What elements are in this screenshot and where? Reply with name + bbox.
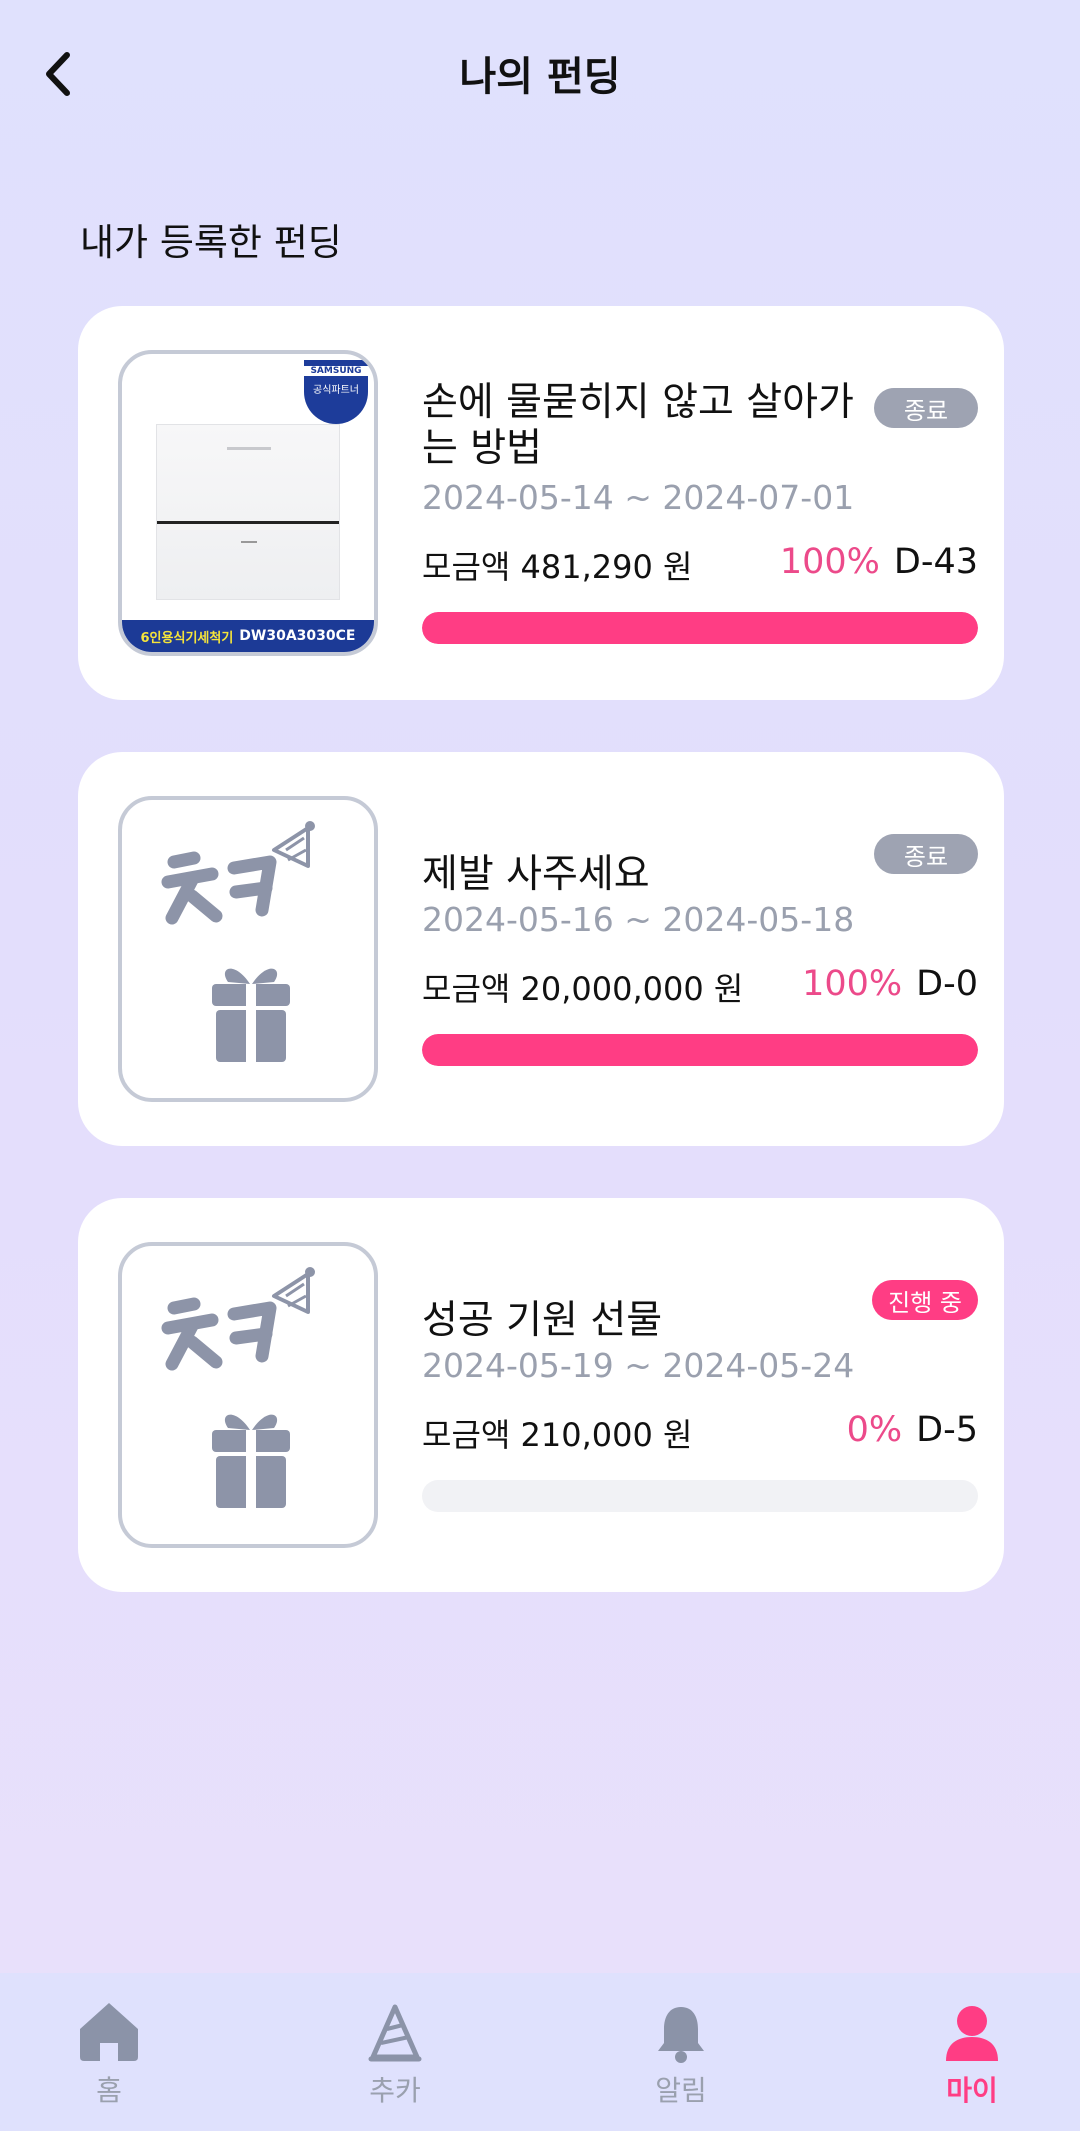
tab-home[interactable]: 홈 xyxy=(39,1983,179,2123)
status-badge: 종료 xyxy=(874,388,978,428)
progress-bar-fill xyxy=(422,1034,978,1066)
tab-chuka[interactable]: 추카 xyxy=(325,1983,465,2123)
progress-summary: 0% D-5 xyxy=(847,1410,978,1450)
funding-card[interactable]: 제발 사주세요 2024-05-16 ~ 2024-05-18 종료 모금액 2… xyxy=(78,752,1004,1146)
caption-korean: 6인용식기세척기 xyxy=(140,630,234,646)
card-amount: 모금액 210,000 원 xyxy=(422,1416,693,1454)
progress-percent: 0% xyxy=(846,1410,903,1450)
caption-model: DW30A3030CE xyxy=(239,628,356,644)
progress-bar-fill xyxy=(422,612,978,644)
tab-my[interactable]: 마이 xyxy=(902,1983,1042,2123)
card-date: 2024-05-19 ~ 2024-05-24 xyxy=(422,1346,855,1385)
d-day: D-0 xyxy=(916,964,978,1004)
tab-notifications-label: 알림 xyxy=(655,2074,707,2107)
user-icon xyxy=(946,2006,998,2061)
tab-notifications[interactable]: 알림 xyxy=(611,1983,751,2123)
progress-percent: 100% xyxy=(802,964,903,1004)
chuka-logo-icon xyxy=(161,821,315,1062)
placeholder-thumbnail xyxy=(118,1242,378,1548)
progress-summary: 100% D-43 xyxy=(780,542,978,582)
partner-badge: SAMSUNG 공식파트너 xyxy=(304,360,368,424)
card-title: 제발 사주세요 xyxy=(422,852,650,897)
progress-summary: 100% D-0 xyxy=(802,964,978,1004)
placeholder-thumbnail xyxy=(118,796,378,1102)
tab-home-label: 홈 xyxy=(96,2074,122,2107)
d-day: D-43 xyxy=(893,542,978,582)
progress-percent: 100% xyxy=(779,542,880,582)
partner-label: 공식파트너 xyxy=(313,385,359,396)
status-badge: 진행 중 xyxy=(872,1280,978,1320)
product-caption: 6인용식기세척기 DW30A3030CE xyxy=(122,620,374,652)
chuka-logo-icon xyxy=(161,1267,315,1508)
funding-card[interactable]: 성공 기원 선물 2024-05-19 ~ 2024-05-24 진행 중 모금… xyxy=(78,1198,1004,1592)
progress-bar xyxy=(422,1034,978,1066)
d-day: D-5 xyxy=(916,1410,978,1450)
card-date: 2024-05-14 ~ 2024-07-01 xyxy=(422,478,855,517)
tab-my-label: 마이 xyxy=(946,2074,998,2107)
product-thumbnail: SAMSUNG 공식파트너 6인용식기세척기 DW30A3030CE xyxy=(118,350,378,656)
progress-bar xyxy=(422,1480,978,1512)
header: 나의 펀딩 xyxy=(0,0,1080,150)
progress-bar xyxy=(422,612,978,644)
status-badge: 종료 xyxy=(874,834,978,874)
card-date: 2024-05-16 ~ 2024-05-18 xyxy=(422,900,855,939)
bottom-tab-bar: 홈 추카 알림 마이 xyxy=(0,1973,1080,2131)
bell-icon xyxy=(658,2007,704,2063)
brand-label: SAMSUNG xyxy=(304,366,368,376)
page-title: 나의 펀딩 xyxy=(459,54,621,100)
home-icon xyxy=(80,2003,138,2061)
card-title: 성공 기원 선물 xyxy=(422,1298,663,1343)
card-amount: 모금액 20,000,000 원 xyxy=(422,970,744,1008)
dishwasher-image xyxy=(156,424,340,600)
funding-card[interactable]: SAMSUNG 공식파트너 6인용식기세척기 DW30A3030CE 손에 물묻… xyxy=(78,306,1004,700)
tab-chuka-label: 추카 xyxy=(369,2074,421,2107)
card-title: 손에 물묻히지 않고 살아가는 방법 xyxy=(422,380,854,471)
party-hat-icon xyxy=(368,2004,422,2062)
card-amount: 모금액 481,290 원 xyxy=(422,548,693,586)
section-title: 내가 등록한 펀딩 xyxy=(80,221,342,264)
